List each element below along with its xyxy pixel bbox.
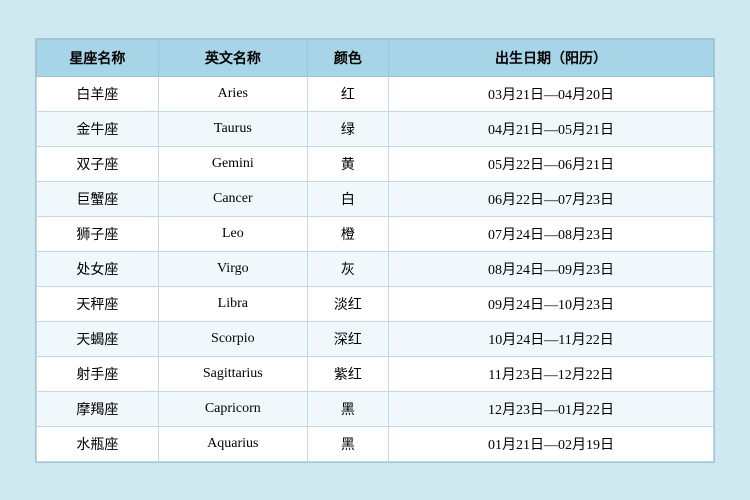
cell-cn: 白羊座 (37, 76, 159, 111)
table-row: 摩羯座Capricorn黑12月23日—01月22日 (37, 391, 714, 426)
cell-color: 红 (307, 76, 388, 111)
cell-en: Taurus (158, 111, 307, 146)
cell-en: Capricorn (158, 391, 307, 426)
cell-color: 绿 (307, 111, 388, 146)
cell-en: Aries (158, 76, 307, 111)
cell-cn: 天蝎座 (37, 321, 159, 356)
cell-date: 07月24日—08月23日 (389, 216, 714, 251)
cell-date: 01月21日—02月19日 (389, 426, 714, 461)
cell-cn: 处女座 (37, 251, 159, 286)
cell-cn: 双子座 (37, 146, 159, 181)
table-row: 射手座Sagittarius紫红11月23日—12月22日 (37, 356, 714, 391)
header-date: 出生日期（阳历） (389, 39, 714, 76)
cell-color: 深红 (307, 321, 388, 356)
cell-en: Gemini (158, 146, 307, 181)
header-en: 英文名称 (158, 39, 307, 76)
cell-color: 黄 (307, 146, 388, 181)
cell-date: 12月23日—01月22日 (389, 391, 714, 426)
zodiac-table: 星座名称 英文名称 颜色 出生日期（阳历） 白羊座Aries红03月21日—04… (36, 39, 714, 462)
cell-date: 10月24日—11月22日 (389, 321, 714, 356)
cell-cn: 巨蟹座 (37, 181, 159, 216)
table-row: 巨蟹座Cancer白06月22日—07月23日 (37, 181, 714, 216)
cell-date: 11月23日—12月22日 (389, 356, 714, 391)
cell-cn: 水瓶座 (37, 426, 159, 461)
cell-color: 灰 (307, 251, 388, 286)
cell-en: Virgo (158, 251, 307, 286)
cell-color: 淡红 (307, 286, 388, 321)
header-cn: 星座名称 (37, 39, 159, 76)
cell-date: 04月21日—05月21日 (389, 111, 714, 146)
cell-date: 03月21日—04月20日 (389, 76, 714, 111)
cell-cn: 天秤座 (37, 286, 159, 321)
table-row: 天秤座Libra淡红09月24日—10月23日 (37, 286, 714, 321)
cell-en: Sagittarius (158, 356, 307, 391)
cell-cn: 狮子座 (37, 216, 159, 251)
cell-color: 白 (307, 181, 388, 216)
table-header-row: 星座名称 英文名称 颜色 出生日期（阳历） (37, 39, 714, 76)
zodiac-table-container: 星座名称 英文名称 颜色 出生日期（阳历） 白羊座Aries红03月21日—04… (35, 38, 715, 463)
cell-en: Cancer (158, 181, 307, 216)
cell-date: 06月22日—07月23日 (389, 181, 714, 216)
table-row: 天蝎座Scorpio深红10月24日—11月22日 (37, 321, 714, 356)
cell-en: Libra (158, 286, 307, 321)
cell-en: Aquarius (158, 426, 307, 461)
table-row: 双子座Gemini黄05月22日—06月21日 (37, 146, 714, 181)
table-row: 水瓶座Aquarius黑01月21日—02月19日 (37, 426, 714, 461)
cell-en: Leo (158, 216, 307, 251)
cell-cn: 射手座 (37, 356, 159, 391)
cell-color: 黑 (307, 391, 388, 426)
cell-en: Scorpio (158, 321, 307, 356)
cell-date: 05月22日—06月21日 (389, 146, 714, 181)
cell-cn: 摩羯座 (37, 391, 159, 426)
table-row: 白羊座Aries红03月21日—04月20日 (37, 76, 714, 111)
cell-date: 08月24日—09月23日 (389, 251, 714, 286)
cell-color: 橙 (307, 216, 388, 251)
cell-date: 09月24日—10月23日 (389, 286, 714, 321)
header-color: 颜色 (307, 39, 388, 76)
table-row: 狮子座Leo橙07月24日—08月23日 (37, 216, 714, 251)
cell-color: 黑 (307, 426, 388, 461)
cell-cn: 金牛座 (37, 111, 159, 146)
cell-color: 紫红 (307, 356, 388, 391)
table-row: 金牛座Taurus绿04月21日—05月21日 (37, 111, 714, 146)
table-row: 处女座Virgo灰08月24日—09月23日 (37, 251, 714, 286)
